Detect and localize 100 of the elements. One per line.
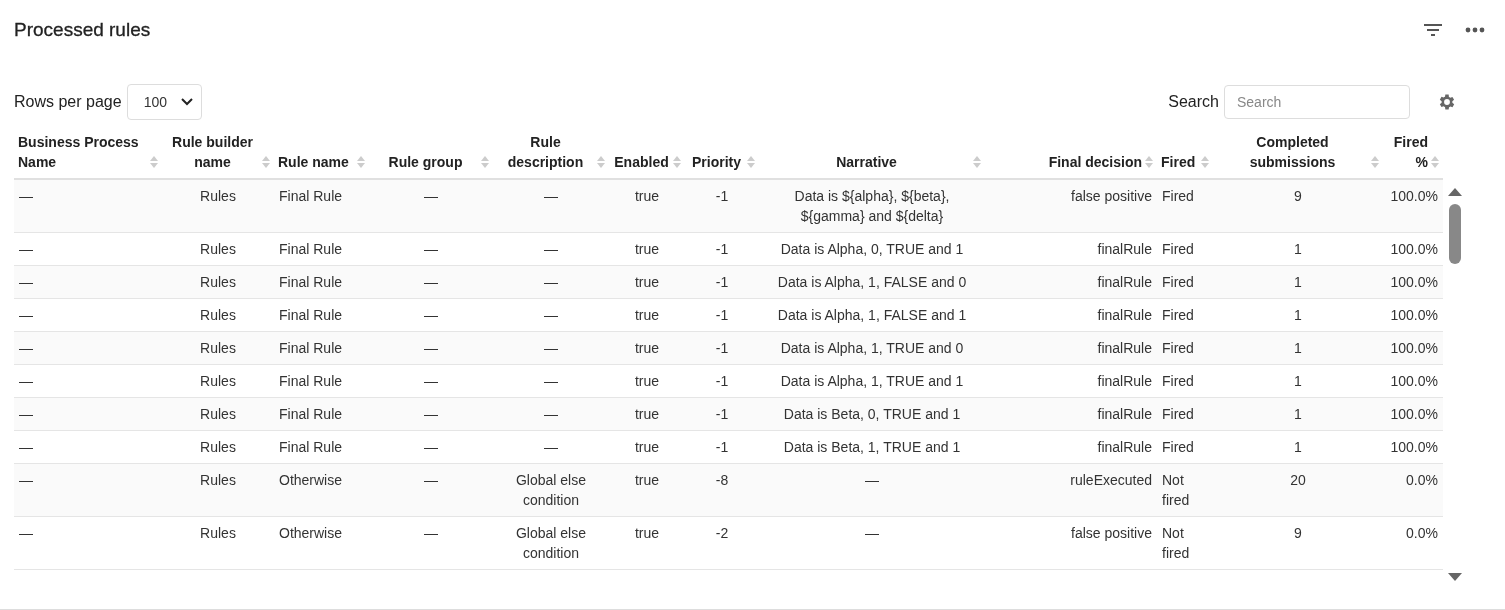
table-cell: — [19,241,33,257]
table-cell: Rules [200,406,236,422]
column-header[interactable]: Narrative [763,152,970,172]
table-cell: finalRule [1097,274,1152,290]
column-header[interactable]: Priority [689,152,744,172]
scroll-down-icon[interactable] [1447,573,1462,581]
column-header[interactable]: Rule name [278,152,354,172]
table-cell: — [424,274,438,290]
table-cell: Rules [200,439,236,455]
table-cell: -1 [715,373,729,389]
table-cell: 1 [1294,439,1302,455]
column-header[interactable]: Rule description [497,132,594,172]
column-header[interactable]: Final decision [989,152,1142,172]
table-cell: — [19,439,33,455]
table-cell: Final Rule [279,274,343,290]
table-cell: Data is Alpha, 1, FALSE and 1 [777,307,967,323]
table-cell: Data is Alpha, 0, TRUE and 1 [780,241,964,257]
sort-icon[interactable] [673,156,681,168]
column-header[interactable]: Enabled [613,152,670,172]
table-cell: 0.0% [1406,525,1438,541]
table-cell: Global else condition [515,525,586,561]
table-cell: 100.0% [1390,439,1438,455]
sort-icon[interactable] [1431,156,1439,168]
table-cell: — [424,307,438,323]
table-cell: — [865,525,879,541]
table-cell: Fired [1162,241,1194,257]
sort-icon[interactable] [747,156,755,168]
sort-icon[interactable] [1145,156,1153,168]
search-field[interactable]: Search [1224,85,1410,119]
table-cell: — [424,439,438,455]
table-cell: — [19,188,33,204]
table-cell: Final Rule [279,373,343,389]
table-cell: finalRule [1097,406,1152,422]
table-cell: Data is Beta, 0, TRUE and 1 [783,406,961,422]
table-cell: 100.0% [1390,406,1438,422]
table-cell: true [634,188,660,204]
sort-icon[interactable] [481,156,489,168]
sort-icon[interactable] [973,156,981,168]
sort-icon[interactable] [597,156,605,168]
table-cell: — [19,472,33,488]
table-cell: — [19,373,33,389]
table-cell: Not fired [1162,472,1190,508]
table-cell: — [19,340,33,356]
rows-per-page-select[interactable]: 100 [126,84,202,120]
search-label: Search [1168,93,1219,111]
table-cell: 0.0% [1406,472,1438,488]
table-cell: Final Rule [279,406,343,422]
table-cell: true [634,340,660,356]
table-cell: finalRule [1097,307,1152,323]
table-cell: Final Rule [279,188,343,204]
table-cell: Fired [1162,307,1194,323]
sort-icon[interactable] [1371,156,1379,168]
table-cell: -1 [715,406,729,422]
table-cell: 1 [1294,307,1302,323]
table-cell: -1 [715,241,729,257]
sort-icon[interactable] [357,156,365,168]
column-header[interactable]: Completed submissions [1217,132,1368,172]
table-cell: 20 [1290,472,1306,488]
column-header[interactable]: Fired % [1387,132,1428,172]
table-cell: -1 [715,340,729,356]
table-cell: — [424,340,438,356]
table-cell: — [19,406,33,422]
table-cell: Data is Alpha, 1, TRUE and 0 [780,340,964,356]
table-cell: -8 [715,472,729,488]
table-cell: 1 [1294,340,1302,356]
table-cell: Otherwise [279,472,343,488]
table-cell: — [19,525,33,541]
table-cell: Global else condition [515,472,586,508]
settings-icon[interactable] [1437,92,1457,112]
table-cell: Data is Alpha, 1, TRUE and 1 [780,373,964,389]
table-cell: Otherwise [279,525,343,541]
filter-icon[interactable] [1423,23,1443,37]
sort-icon[interactable] [1201,156,1209,168]
table-cell: Fired [1162,373,1194,389]
column-header[interactable]: Rule group [373,152,478,172]
table-cell: Rules [200,340,236,356]
chevron-down-icon [181,98,193,106]
sort-icon[interactable] [262,156,270,168]
table-cell: — [19,307,33,323]
table-cell: — [424,241,438,257]
table-cell: Rules [200,241,236,257]
table-cell: Rules [200,472,236,488]
column-header[interactable]: Fired [1161,152,1198,172]
table-cell: 100.0% [1390,340,1438,356]
table-cell: Fired [1162,340,1194,356]
more-options-icon[interactable] [1465,27,1485,33]
table-cell: finalRule [1097,340,1152,356]
scroll-up-icon[interactable] [1447,188,1462,196]
table-cell: finalRule [1097,439,1152,455]
table-cell: Data is Alpha, 1, FALSE and 0 [777,274,967,290]
table-cell: 9 [1294,525,1302,541]
column-header[interactable]: Business Process Name [18,132,147,172]
table-cell: -1 [715,274,729,290]
sort-icon[interactable] [150,156,158,168]
column-header[interactable]: Rule builder name [166,132,259,172]
table-cell: -1 [715,307,729,323]
table-cell: -1 [715,188,729,204]
scrollbar-thumb[interactable] [1448,204,1461,264]
table-cell: Rules [200,188,236,204]
table-cell: Rules [200,274,236,290]
